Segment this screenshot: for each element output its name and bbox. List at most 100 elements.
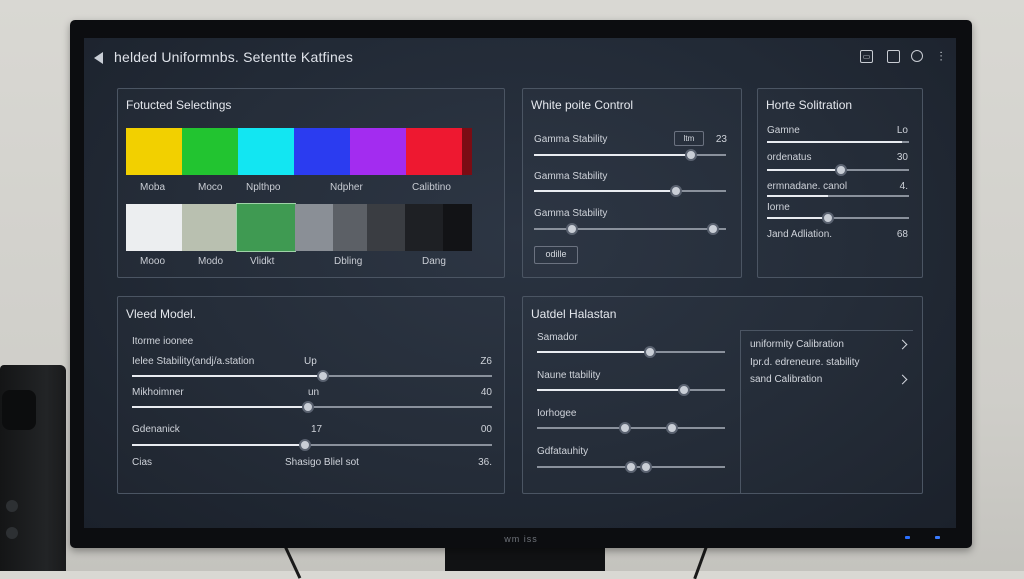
swatch-label: Nplthpo <box>246 182 281 193</box>
swatch-label: Dbling <box>334 256 363 267</box>
uniformity-range-knob-high[interactable] <box>640 461 653 473</box>
setting-slider-knob[interactable] <box>834 164 847 176</box>
sliders-icon[interactable]: ⫶ <box>934 50 948 64</box>
mode-tag[interactable]: ltm <box>674 131 704 146</box>
uniformity-panel: Uatdel Halastan Samador Naune ttability … <box>522 296 923 494</box>
setting-label: Mikhoimner <box>132 387 184 398</box>
gamma-range-knob-low[interactable] <box>566 223 579 235</box>
color-swatch[interactable] <box>443 204 472 251</box>
menu-item-sand-calibration[interactable]: sand Calibration <box>750 374 822 385</box>
menu-item-stability[interactable]: Ipr.d. edreneure. stability <box>750 357 860 368</box>
color-swatch[interactable] <box>405 204 443 251</box>
setting-slider-knob[interactable] <box>822 212 835 224</box>
color-swatch[interactable] <box>462 128 472 175</box>
setting-label: Ielee Stability(andj/a.station <box>132 356 255 367</box>
setting-value: 40 <box>480 387 492 398</box>
uniformity-slider-track[interactable] <box>537 351 725 353</box>
slider-label: Iorhogee <box>537 408 577 419</box>
power-led <box>935 536 940 539</box>
panel-title: White poite Control <box>531 98 634 112</box>
color-swatch[interactable] <box>367 204 405 251</box>
panel-title: Horte Solitration <box>766 98 853 112</box>
gray-swatch-row <box>126 203 472 252</box>
panel-title: Fotucted Selectings <box>126 98 232 112</box>
color-swatch[interactable] <box>333 204 367 251</box>
color-swatch[interactable] <box>350 128 406 175</box>
gamma-slider-knob[interactable] <box>670 185 683 197</box>
color-swatch[interactable] <box>126 204 182 251</box>
power-led <box>905 536 910 539</box>
color-swatch[interactable] <box>182 128 238 175</box>
setting-value: 36. <box>478 457 492 468</box>
setting-slider-track[interactable] <box>767 195 909 197</box>
chevron-right-icon[interactable] <box>897 339 908 350</box>
setting-label: ermnadane. canol <box>767 181 848 192</box>
apply-button[interactable]: odille <box>534 246 578 264</box>
gamma-range-knob-high[interactable] <box>706 223 719 235</box>
uniformity-slider-knob[interactable] <box>677 384 690 396</box>
uniformity-slider-knob[interactable] <box>643 346 656 358</box>
color-swatch[interactable] <box>238 128 294 175</box>
setting-slider-track[interactable] <box>767 141 909 143</box>
window-title: helded Uniformnbs. Setentte Katfines <box>114 49 354 65</box>
color-swatch[interactable] <box>126 128 182 175</box>
uniformity-slider-track[interactable] <box>537 389 725 391</box>
setting-value: Z6 <box>480 356 492 367</box>
setting-slider-track[interactable] <box>767 217 909 219</box>
setting-label: Gamne <box>767 125 800 136</box>
uniformity-range-knob-low[interactable] <box>625 461 637 473</box>
gamma-slider-knob[interactable] <box>685 149 698 161</box>
model-subtitle: Itorme ioonee <box>132 336 194 347</box>
gamma-slider-track[interactable] <box>534 190 726 192</box>
monitor: helded Uniformnbs. Setentte Katfines ▭ ⫶… <box>70 20 972 548</box>
color-swatch[interactable] <box>236 203 296 252</box>
setting-value: 30 <box>896 152 908 163</box>
panel-divider <box>740 331 741 493</box>
title-bar: helded Uniformnbs. Setentte Katfines ▭ ⫶ <box>84 38 956 78</box>
swatch-label: Moco <box>198 182 223 193</box>
window-icon[interactable] <box>887 50 900 63</box>
swatch-label: Vlidkt <box>250 256 275 267</box>
swatch-label: Modo <box>198 256 224 267</box>
speaker-cone <box>2 390 36 430</box>
chevron-right-icon[interactable] <box>897 374 908 385</box>
save-icon[interactable]: ▭ <box>860 50 873 63</box>
uniformity-range-knob-low[interactable] <box>619 422 632 434</box>
setting-slider-knob[interactable] <box>302 401 315 413</box>
color-swatch-row <box>126 128 472 175</box>
menu-top-border <box>740 330 913 331</box>
help-icon[interactable] <box>911 50 923 62</box>
setting-mid-value: un <box>308 387 320 398</box>
setting-value: 00 <box>480 424 492 435</box>
setting-slider-track[interactable] <box>132 444 492 446</box>
setting-label: ordenatus <box>767 152 812 163</box>
gamma-range-track[interactable] <box>534 228 726 230</box>
color-swatch[interactable] <box>182 204 237 251</box>
setting-slider-track[interactable] <box>132 375 492 377</box>
setting-mid-value: 17 <box>311 424 323 435</box>
back-arrow-icon[interactable] <box>94 52 103 64</box>
setting-mid-value: Up <box>304 356 317 367</box>
white-point-panel: White poite Control Gamma Stability ltm … <box>522 88 742 278</box>
desktop-speaker <box>0 365 66 571</box>
panel-title: Vleed Model. <box>126 307 197 321</box>
color-swatch[interactable] <box>406 128 462 175</box>
color-swatch[interactable] <box>294 128 350 175</box>
setting-value: 4. <box>899 181 908 192</box>
setting-slider-knob[interactable] <box>316 370 329 382</box>
speaker-button <box>6 500 18 512</box>
swatch-label: Calibtino <box>412 182 451 193</box>
swatch-label: Dang <box>422 256 446 267</box>
setting-label: Jand Adliation. <box>767 229 833 240</box>
menu-item-uniformity-calibration[interactable]: uniformity Calibration <box>750 339 844 350</box>
swatch-label: Mooo <box>140 256 166 267</box>
color-swatch[interactable] <box>295 204 333 251</box>
setting-mid-value: Shasigo Bliel sot <box>285 457 359 468</box>
swatch-label: Ndpher <box>330 182 363 193</box>
setting-slider-knob[interactable] <box>298 439 311 451</box>
uniformity-range-knob-high[interactable] <box>666 422 679 434</box>
horte-calibration-panel: Horte Solitration Gamne Lo ordenatus 30 … <box>757 88 923 278</box>
setting-label: Iorne <box>767 202 790 213</box>
slider-label: Naune ttability <box>537 370 601 381</box>
slider-label: Gdfatauhity <box>537 446 589 457</box>
